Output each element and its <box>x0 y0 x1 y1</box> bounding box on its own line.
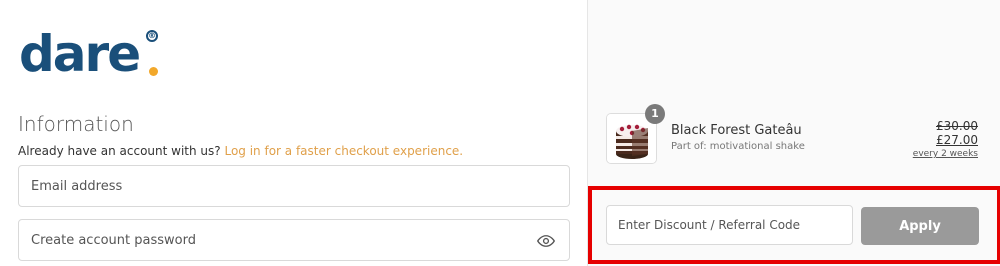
price-current: £27.00 <box>936 133 978 147</box>
logo-dot <box>149 67 158 76</box>
product-subtitle: Part of: motivational shake <box>671 141 805 152</box>
email-field[interactable] <box>19 166 569 206</box>
account-prompt: Already have an account with us? Log in … <box>18 144 463 158</box>
highlight-box <box>588 186 1000 264</box>
order-summary-panel: 1 Black Forest Gateâu Part of: motivatio… <box>587 0 1000 266</box>
password-field-wrapper <box>18 219 570 261</box>
information-panel: dare ® Information Already have an accou… <box>0 0 587 266</box>
registered-mark: ® <box>146 30 158 42</box>
password-field[interactable] <box>19 220 569 260</box>
eye-icon[interactable] <box>537 232 555 250</box>
logo-wordmark: dare <box>19 25 141 83</box>
account-prompt-text: Already have an account with us? <box>18 144 221 158</box>
login-link[interactable]: Log in for a faster checkout experience. <box>224 144 463 158</box>
dare-logo[interactable]: dare ® <box>19 25 158 86</box>
quantity-badge: 1 <box>645 104 665 124</box>
email-field-wrapper <box>18 165 570 207</box>
information-heading: Information <box>18 112 134 136</box>
product-name: Black Forest Gateâu <box>671 123 802 138</box>
subscription-frequency[interactable]: every 2 weeks <box>913 149 978 159</box>
price-original: £30.00 <box>936 119 978 133</box>
